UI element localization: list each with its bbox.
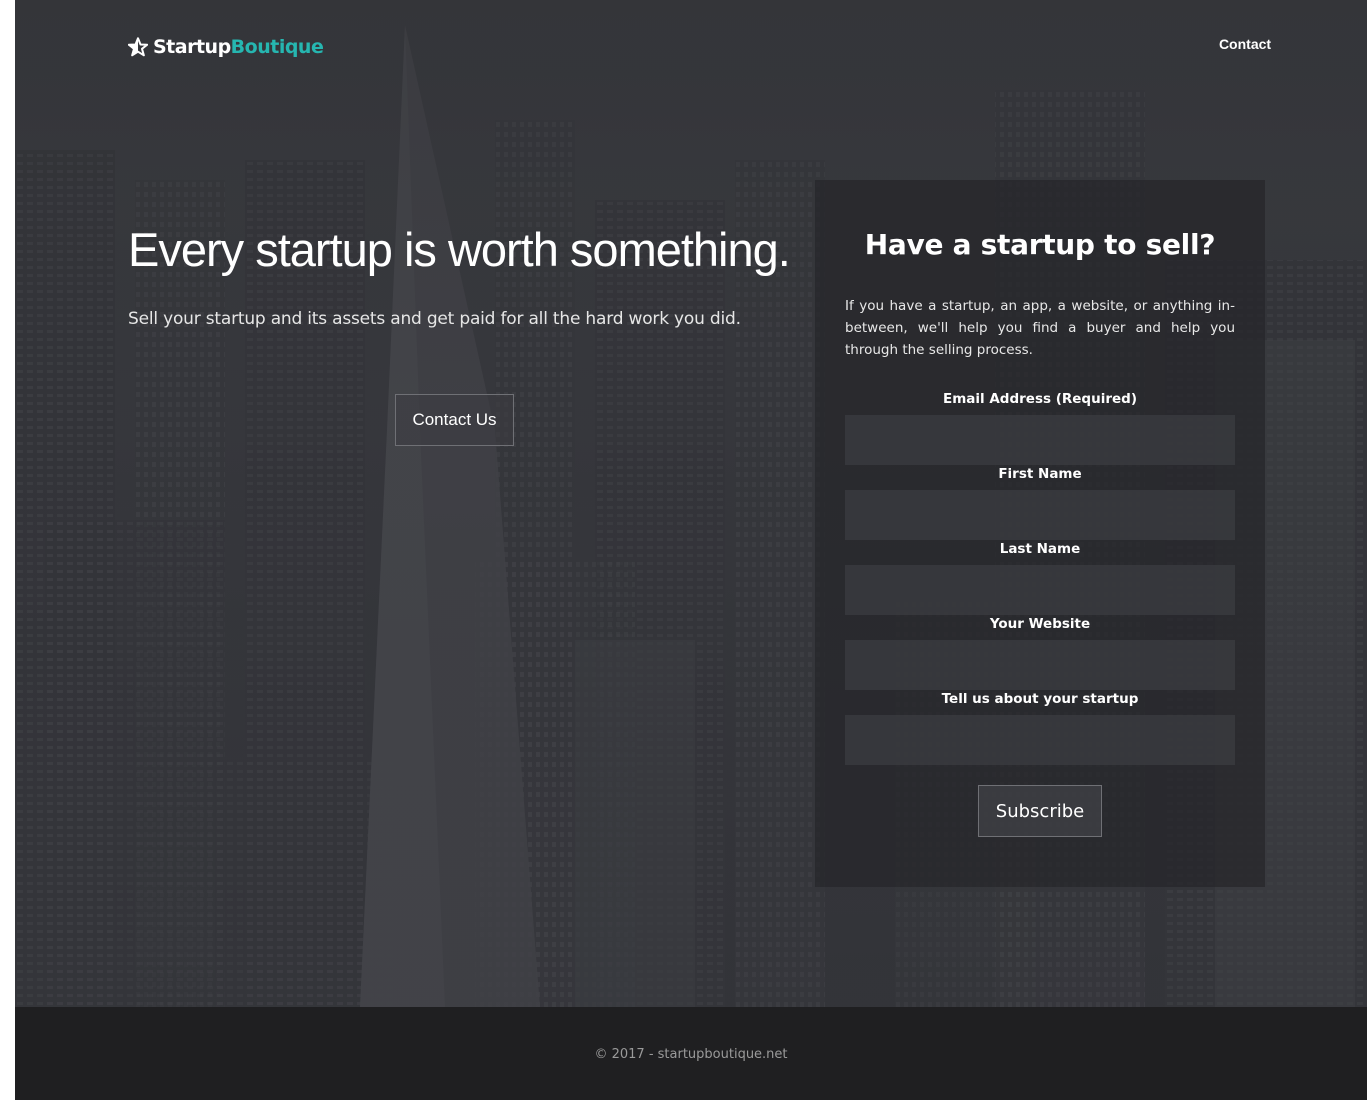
- form-description: If you have a startup, an app, a website…: [845, 298, 1235, 358]
- footer: © 2017 - startupboutique.net: [15, 1007, 1367, 1100]
- website-field[interactable]: [845, 640, 1235, 690]
- email-field[interactable]: [845, 415, 1235, 465]
- last-name-field[interactable]: [845, 565, 1235, 615]
- brand-logo[interactable]: Startup Boutique: [128, 33, 324, 61]
- hero-subline: Sell your startup and its assets and get…: [128, 309, 741, 329]
- first-name-label: First Name: [998, 466, 1082, 482]
- contact-us-button[interactable]: Contact Us: [395, 394, 514, 446]
- star-icon: [128, 37, 148, 57]
- startup-description-field[interactable]: [845, 715, 1235, 765]
- page: Startup Boutique Contact Every startup is…: [15, 0, 1367, 1100]
- last-name-label: Last Name: [999, 541, 1081, 557]
- brand-name-part1: Startup: [153, 36, 231, 58]
- hero-section: Startup Boutique Contact Every startup is…: [15, 0, 1367, 1007]
- email-label: Email Address (Required): [943, 391, 1137, 407]
- first-name-field[interactable]: [845, 490, 1235, 540]
- subscribe-button[interactable]: Subscribe: [978, 785, 1102, 837]
- website-label: Your Website: [989, 616, 1091, 632]
- startup-description-label: Tell us about your startup: [941, 691, 1139, 707]
- nav-contact-link[interactable]: Contact: [1205, 36, 1285, 52]
- hero-headline: Every startup is worth something.: [128, 223, 791, 276]
- footer-copyright: © 2017 - startupboutique.net: [594, 1047, 788, 1062]
- form-title: Have a startup to sell?: [864, 228, 1216, 261]
- brand-name-part2: Boutique: [230, 36, 324, 58]
- sell-startup-form: Have a startup to sell? If you have a st…: [815, 180, 1265, 887]
